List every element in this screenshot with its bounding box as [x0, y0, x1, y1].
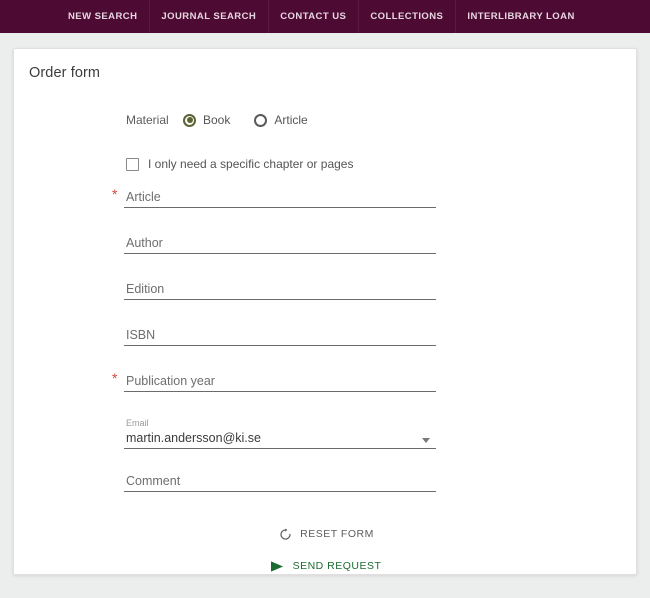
field-author-underline — [124, 253, 436, 254]
reset-form-label: RESET FORM — [300, 528, 374, 540]
chapter-checkbox-label: I only need a specific chapter or pages — [148, 157, 354, 171]
field-edition[interactable]: Edition — [124, 275, 436, 321]
order-form: Material Book Article I only need a spec… — [14, 87, 636, 585]
field-edition-underline — [124, 299, 436, 300]
nav-item-interlibrary-loan[interactable]: INTERLIBRARY LOAN — [455, 0, 586, 33]
field-comment-underline — [124, 491, 436, 492]
radio-selected-icon[interactable] — [183, 113, 196, 127]
field-article[interactable]: * Article — [112, 183, 436, 229]
field-isbn[interactable]: ISBN — [124, 321, 436, 367]
field-article-underline — [124, 207, 436, 208]
nav-item-new-search[interactable]: NEW SEARCH — [56, 0, 149, 33]
field-publication-year[interactable]: * Publication year — [112, 367, 436, 413]
form-actions: RESET FORM SEND REQUEST — [14, 521, 636, 585]
radio-option-book[interactable]: Book — [183, 113, 230, 127]
page-title: Order form — [29, 65, 101, 81]
field-author[interactable]: Author — [124, 229, 436, 275]
send-request-button[interactable]: SEND REQUEST — [265, 553, 386, 579]
order-form-card: Order form Material Book Article I only … — [13, 48, 637, 575]
checkbox-icon[interactable] — [126, 157, 139, 171]
field-email-underline — [124, 448, 436, 449]
field-isbn-placeholder: ISBN — [126, 328, 156, 342]
field-author-placeholder: Author — [126, 236, 163, 250]
chapter-checkbox-row[interactable]: I only need a specific chapter or pages — [14, 145, 636, 183]
refresh-icon — [276, 527, 294, 541]
field-email-value: martin.andersson@ki.se — [126, 431, 261, 445]
radio-label-article: Article — [274, 113, 308, 127]
field-article-placeholder: Article — [126, 190, 161, 204]
nav-item-collections[interactable]: COLLECTIONS — [358, 0, 455, 33]
radio-label-book: Book — [203, 113, 231, 127]
nav-item-journal-search[interactable]: JOURNAL SEARCH — [149, 0, 268, 33]
field-edition-placeholder: Edition — [126, 282, 165, 296]
field-publication-year-underline — [124, 391, 436, 392]
send-request-label: SEND REQUEST — [292, 560, 382, 572]
required-asterisk: * — [112, 186, 118, 202]
reset-form-button[interactable]: RESET FORM — [272, 521, 378, 547]
required-asterisk: * — [112, 370, 118, 386]
radio-unselected-icon[interactable] — [254, 113, 268, 127]
field-email[interactable]: Email martin.andersson@ki.se — [124, 413, 436, 467]
material-label: Material — [126, 113, 169, 127]
chevron-down-icon[interactable] — [422, 438, 430, 443]
material-radio-group: Book Article — [183, 113, 332, 127]
nav-item-contact-us[interactable]: CONTACT US — [268, 0, 358, 33]
page-container: Order form Material Book Article I only … — [0, 33, 650, 575]
radio-option-article[interactable]: Article — [254, 113, 308, 127]
send-icon — [269, 559, 287, 573]
field-publication-year-placeholder: Publication year — [126, 374, 215, 388]
field-email-label: Email — [126, 418, 149, 428]
field-comment[interactable]: Comment — [124, 467, 436, 513]
top-navigation-bar: NEW SEARCH JOURNAL SEARCH CONTACT US COL… — [0, 0, 650, 33]
field-comment-placeholder: Comment — [126, 474, 181, 488]
field-isbn-underline — [124, 345, 436, 346]
material-row: Material Book Article — [14, 103, 636, 137]
